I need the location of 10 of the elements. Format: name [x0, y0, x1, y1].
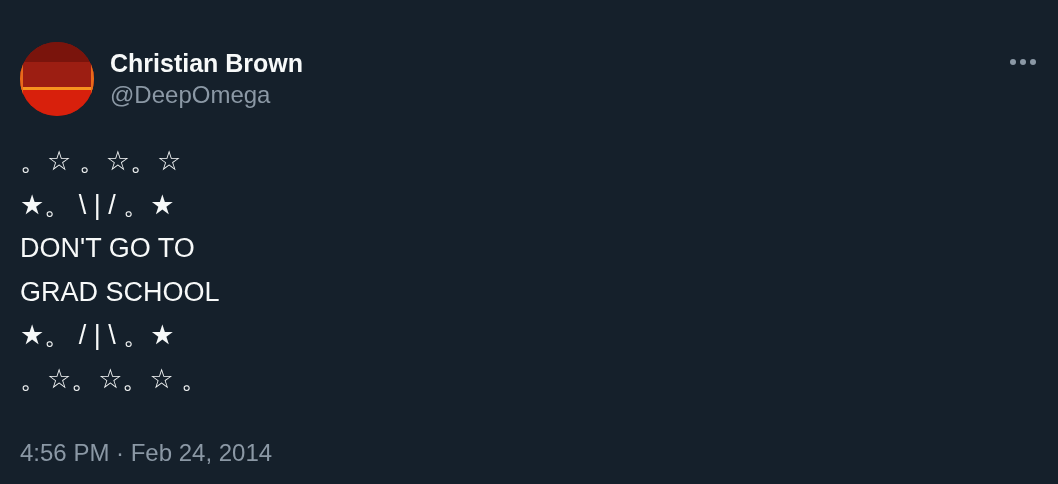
- tweet-text-line: ★。 / | \ 。★: [20, 319, 176, 352]
- tweet-text-line: ★。 \ | / 。★: [20, 188, 176, 222]
- tweet-text-line: DON'T GO TO: [20, 232, 196, 265]
- author-name[interactable]: Christian Brown: [110, 46, 993, 80]
- tweet-text-line: 。☆。☆。☆ 。: [20, 362, 210, 396]
- tweet-text-line: 。☆ 。☆。☆: [20, 145, 183, 178]
- timestamp[interactable]: 4:56 PM · Feb 24, 2014: [20, 435, 1038, 471]
- author-handle[interactable]: @DeepOmega: [110, 80, 993, 110]
- tweet-text-line: GRAD SCHOOL: [20, 275, 221, 309]
- more-icon[interactable]: [1009, 58, 1037, 66]
